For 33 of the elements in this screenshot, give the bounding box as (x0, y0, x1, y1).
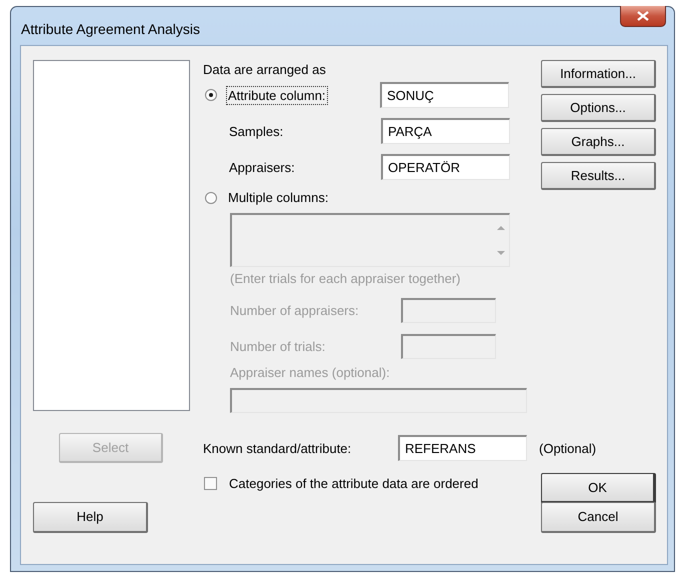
dialog-button[interactable]: Options... (541, 94, 656, 122)
field-label: Number of appraisers: (230, 303, 360, 318)
input-field[interactable]: OPERATÖR (381, 154, 510, 180)
field-label: Appraiser names (optional): (230, 365, 390, 380)
input-field[interactable] (230, 388, 527, 413)
checkbox-label: Categories of the attribute data are ordered (229, 476, 478, 490)
dialog-button[interactable]: Information... (541, 60, 656, 88)
input-field[interactable]: PARÇA (381, 118, 510, 144)
dialog-button[interactable]: Graphs... (541, 128, 656, 156)
field-label: Number of trials: (230, 339, 326, 354)
help-button[interactable]: Help (33, 502, 148, 532)
down-arrow-icon (496, 251, 504, 256)
optional-note: (Optional) (539, 440, 596, 456)
group-heading: Data are arranged as (203, 62, 327, 78)
radio-label: Multiple columns: (228, 190, 328, 205)
field-label: Known standard/attribute: (203, 440, 352, 456)
close-icon (637, 11, 649, 21)
close-button[interactable] (620, 6, 666, 27)
field-label: Samples: (229, 124, 284, 138)
checkbox[interactable] (204, 476, 217, 490)
radio-label: Attribute column: (228, 88, 327, 102)
cancel-button[interactable]: Cancel (541, 502, 656, 532)
hint-text: (Enter trials for each appraiser together) (230, 271, 460, 286)
up-arrow-icon (496, 226, 504, 230)
input-field[interactable] (401, 298, 496, 323)
ok-button[interactable]: OK (541, 472, 656, 504)
window-title: Attribute Agreement Analysis (21, 21, 200, 37)
radio-button[interactable] (205, 89, 217, 101)
input-field[interactable] (401, 334, 496, 359)
input-field[interactable]: SONUÇ (380, 82, 509, 108)
field-label: Appraisers: (229, 160, 296, 174)
input-field[interactable]: REFERANS (398, 435, 527, 461)
dialog-button[interactable]: Results... (541, 162, 656, 190)
